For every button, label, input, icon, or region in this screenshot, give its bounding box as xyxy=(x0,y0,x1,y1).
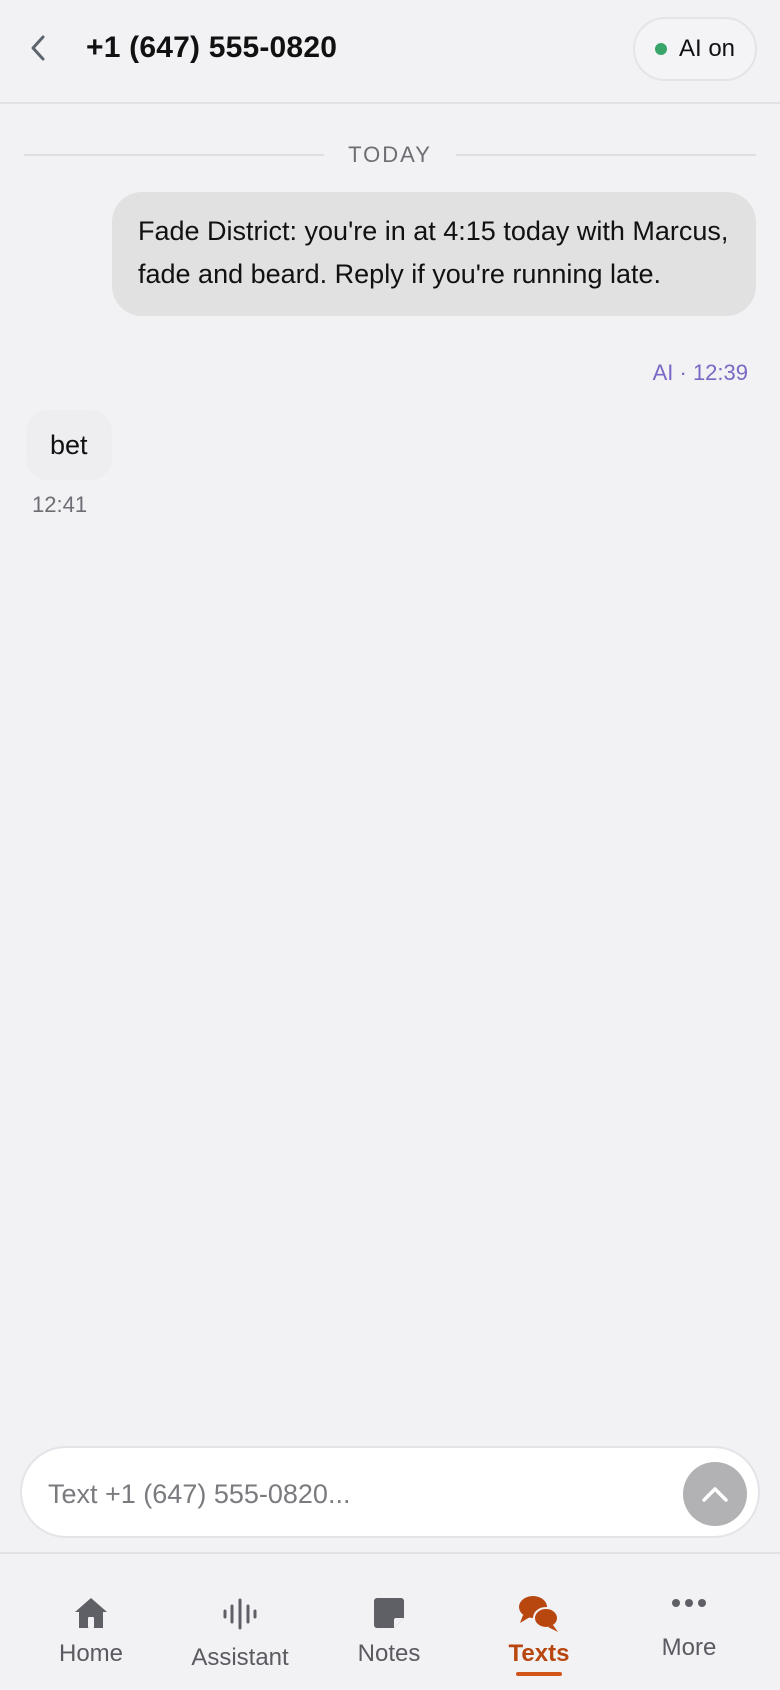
waveform-icon xyxy=(223,1598,257,1630)
message-meta-incoming: 12:41 xyxy=(32,492,88,517)
ai-status-label: AI on xyxy=(678,35,736,62)
tab-label: Assistant xyxy=(191,1644,289,1671)
divider-line xyxy=(455,154,757,156)
date-divider: TODAY xyxy=(24,138,757,172)
contact-title: +1 (647) 555-0820 xyxy=(86,31,338,64)
tab-more[interactable]: More xyxy=(614,1554,764,1690)
date-divider-label: TODAY xyxy=(348,142,432,167)
tab-notes[interactable]: Notes xyxy=(314,1554,464,1690)
divider-line xyxy=(24,154,325,156)
tab-label: Notes xyxy=(357,1640,421,1667)
more-dots-icon xyxy=(672,1599,706,1607)
chat-bubbles-icon xyxy=(519,1596,559,1632)
active-tab-indicator xyxy=(516,1672,562,1676)
message-bubble-incoming[interactable]: bet xyxy=(26,410,112,480)
home-icon xyxy=(75,1598,107,1628)
message-bubble-outgoing[interactable]: Fade District: you're in at 4:15 today w… xyxy=(112,192,756,316)
message-input[interactable] xyxy=(46,1466,650,1522)
chevron-left-icon xyxy=(31,35,45,61)
conversation-header: +1 (647) 555-0820 AI on xyxy=(0,0,780,104)
tab-label: Texts xyxy=(508,1640,570,1667)
back-button[interactable] xyxy=(18,28,58,68)
tab-texts[interactable]: Texts xyxy=(464,1554,614,1690)
message-composer xyxy=(20,1446,760,1538)
tab-assistant[interactable]: Assistant xyxy=(165,1554,315,1690)
tab-label: Home xyxy=(58,1640,124,1667)
tab-home[interactable]: Home xyxy=(16,1554,166,1690)
tab-label: More xyxy=(661,1634,717,1661)
message-meta-outgoing: AI · 12:39 xyxy=(652,360,748,385)
bottom-tab-bar: Home Assistant Notes Texts More xyxy=(0,1552,780,1688)
note-icon xyxy=(374,1598,404,1628)
ai-status-toggle[interactable]: AI on xyxy=(633,17,757,81)
status-dot-icon xyxy=(654,43,667,55)
chevron-up-icon xyxy=(702,1487,728,1502)
send-button[interactable] xyxy=(683,1462,747,1526)
